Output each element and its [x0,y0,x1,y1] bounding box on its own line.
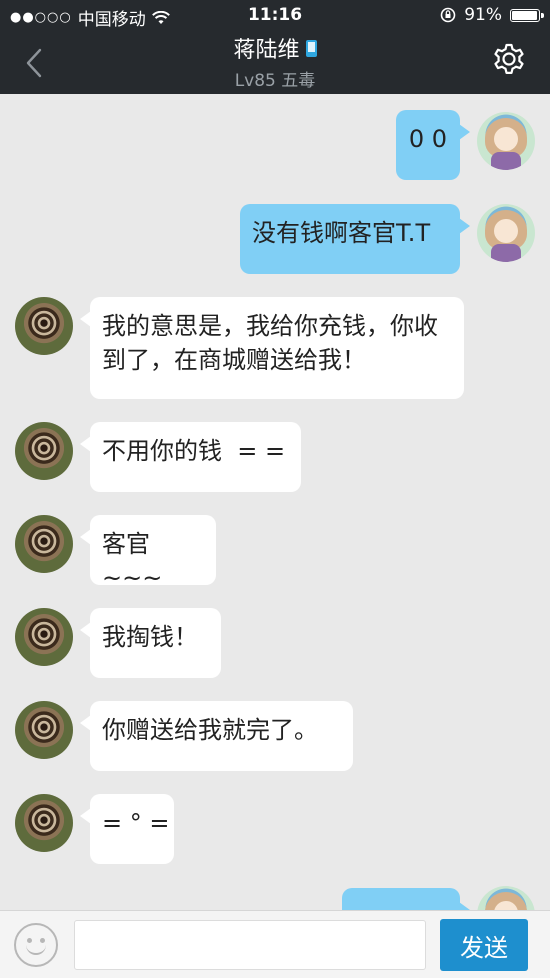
message-bubble-partial[interactable] [342,888,470,910]
rotation-lock-icon [440,7,456,23]
contact-name: 蒋陆维 [233,38,300,63]
top-bar: ●●○○○ 中国移动 11:16 91% 蒋陆维 Lv85 五毒 [0,0,550,94]
contact-level: Lv85 五毒 [234,71,316,91]
user-avatar[interactable] [477,886,535,910]
battery-percent: 91% [464,5,502,25]
chat-area[interactable]: 0 0 没有钱啊客官T.T 我的意思是，我给你充钱，你收到了，在商城赠送给我！ … [0,94,550,910]
emoji-icon[interactable] [14,923,58,967]
message-bubble[interactable]: 我的意思是，我给你充钱，你收到了，在商城赠送给我！ [80,297,464,399]
send-button[interactable]: 发送 [440,919,528,971]
contact-avatar[interactable] [15,422,73,480]
input-bar: 发送 [0,910,550,978]
contact-avatar[interactable] [15,701,73,759]
settings-gear-icon[interactable] [490,42,528,80]
message-bubble[interactable]: 你赠送给我就完了。 [80,701,353,771]
message-bubble[interactable]: 0 0 [396,110,470,180]
message-bubble[interactable]: 没有钱啊客官T.T [240,204,470,274]
contact-avatar[interactable] [15,515,73,573]
contact-avatar[interactable] [15,297,73,355]
message-bubble[interactable]: = ° = [80,794,174,864]
user-avatar[interactable] [477,112,535,170]
status-bar: ●●○○○ 中国移动 11:16 91% [0,0,550,30]
battery-icon [510,8,544,22]
mobile-online-icon [305,39,317,57]
message-bubble[interactable]: 我掏钱！ [80,608,221,678]
message-bubble[interactable]: 客官~~~ [80,515,216,592]
user-avatar[interactable] [477,204,535,262]
contact-avatar[interactable] [15,608,73,666]
contact-avatar[interactable] [15,794,73,852]
message-bubble[interactable]: 不用你的钱 = = [80,422,301,492]
header: 蒋陆维 Lv85 五毒 [0,32,550,91]
message-input[interactable] [74,920,426,970]
